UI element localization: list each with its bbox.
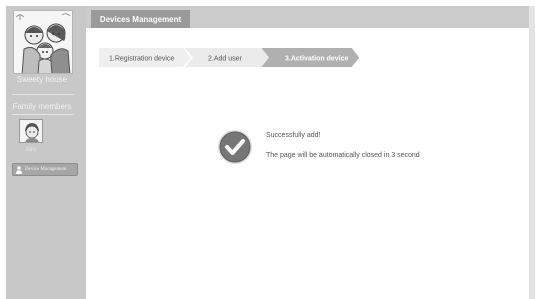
user-icon	[16, 165, 22, 174]
step-2-label: 2.Add user	[208, 56, 243, 63]
avatar-icon	[20, 120, 42, 142]
check-circle-icon	[218, 130, 252, 164]
device-management-label: Device Management	[25, 167, 67, 172]
step-2: 2.Add user	[185, 48, 276, 67]
auto-close-message: The page will be automatically closed in…	[266, 152, 420, 159]
step-progress: 1.Registration device 2.Add user 3.Activ…	[99, 48, 359, 67]
device-management-button[interactable]: Device Management	[12, 163, 78, 176]
family-photo	[13, 10, 73, 74]
window-edge	[529, 6, 535, 299]
family-illustration-icon	[14, 11, 72, 73]
member-name: Mm	[26, 147, 36, 153]
step-1: 1.Registration device	[99, 48, 191, 67]
main-content: 1.Registration device 2.Add user 3.Activ…	[86, 28, 529, 299]
tab-devices-management[interactable]: Devices Management	[91, 10, 190, 28]
step-3-label: 3.Activation device	[285, 56, 349, 63]
success-title: Successfully add!	[266, 132, 321, 139]
house-name: Sweety house	[16, 75, 68, 84]
step-1-label: 1.Registration device	[109, 56, 174, 63]
sidebar-divider	[12, 114, 74, 115]
step-3: 3.Activation device	[261, 48, 359, 67]
sidebar-divider	[12, 94, 74, 95]
family-members-title: Family members	[12, 102, 72, 111]
member-avatar[interactable]	[19, 119, 43, 143]
top-bar: Devices Management	[86, 6, 529, 28]
sidebar: Sweety house Family members Mm Device Ma…	[6, 6, 86, 299]
